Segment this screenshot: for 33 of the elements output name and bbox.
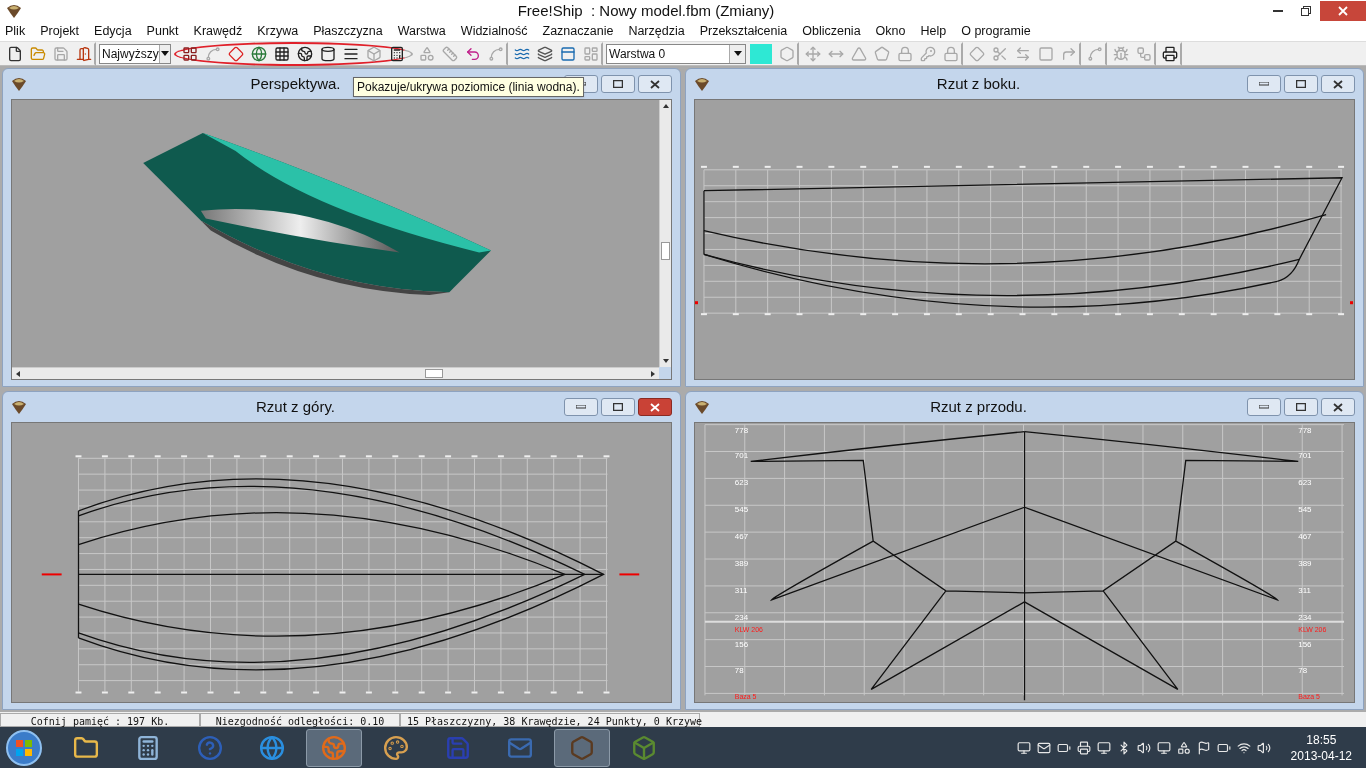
dropdown-value: Najwyższy <box>102 45 159 63</box>
height-label: 389 <box>734 559 749 568</box>
height-label: 623 <box>734 478 749 488</box>
tooltip: Pokazuje/ukrywa poziomice (linia wodna). <box>353 77 584 97</box>
view-title: Rzut z przodu. <box>930 396 1027 417</box>
view-title: Perspektywa. <box>250 73 341 94</box>
height-label: 467 <box>1298 532 1312 542</box>
height-label: 545 <box>1298 505 1312 515</box>
height-label: 156 <box>1298 639 1312 649</box>
height-label: 311 <box>1298 585 1311 595</box>
height-label: 623 <box>1298 478 1312 488</box>
height-label: 234 <box>734 612 749 622</box>
height-label: 701 <box>734 451 749 461</box>
window-title: Free!Ship : Nowy model.fbm (Zmiany) <box>516 0 776 21</box>
height-label: 778 <box>1298 425 1312 435</box>
view-title: Rzut z boku. <box>936 73 1021 94</box>
height-label: 234 <box>1298 612 1312 622</box>
height-label: 78 <box>1298 666 1308 676</box>
status-text: Niezgodność odległości: 0.10 <box>200 712 400 727</box>
clock-time: 18:55 <box>1306 731 1337 748</box>
clock-date: 2013-04-12 <box>1290 747 1352 764</box>
height-label: 311 <box>734 585 748 595</box>
status-text: Cofnij pamięć : 197 Kb. <box>0 712 200 727</box>
height-label: 156 <box>734 639 749 649</box>
height-label: 545 <box>734 505 749 515</box>
height-label: 467 <box>734 532 749 542</box>
height-label: 78 <box>734 666 744 676</box>
dropdown-value: Warstwa 0 <box>609 45 666 63</box>
view-title: Rzut z góry. <box>256 396 335 417</box>
status-text: 15 Płaszczyzny, 38 Krawędzie, 24 Punkty, 0 Krzywe <box>400 712 700 727</box>
height-label: 701 <box>1298 451 1312 461</box>
height-label: 778 <box>734 425 749 435</box>
height-label: 389 <box>1298 559 1312 568</box>
